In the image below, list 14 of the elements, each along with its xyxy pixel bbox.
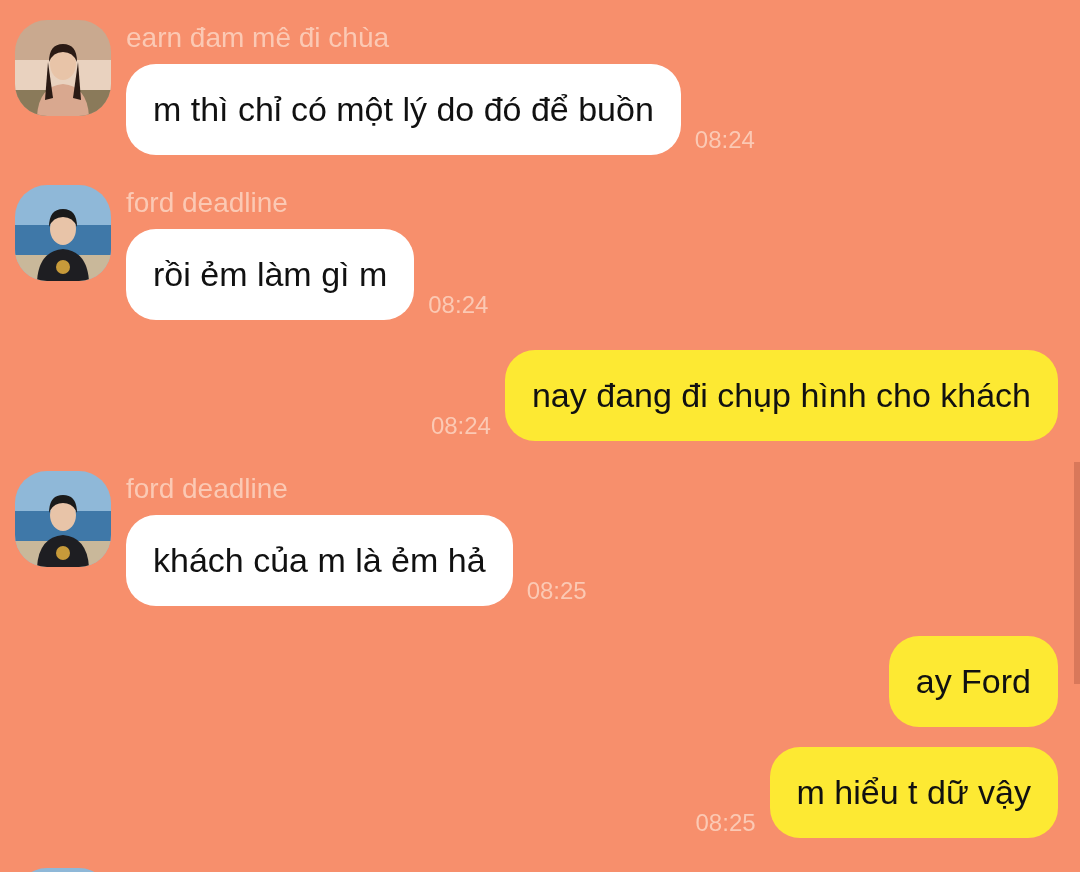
message-bubble: rồi ẻm làm gì m [126, 229, 415, 320]
message-bubble: m thì chỉ có một lý do đó để buồn [126, 64, 681, 155]
message-time: 08:25 [526, 576, 587, 606]
message-time: 08:24 [694, 125, 755, 155]
message-bubble: nay đang đi chụp hình cho khách [504, 350, 1058, 441]
sender-name: ford deadline [126, 186, 289, 220]
message-time: 08:24 [428, 290, 489, 320]
message-time: 08:24 [430, 411, 491, 441]
message-bubble: m hiểu t dữ vậy [769, 747, 1058, 838]
message-bubble: ay Ford [888, 636, 1058, 727]
sender-name: ford deadline [126, 472, 289, 506]
sender-name: earn đam mê đi chùa [126, 21, 391, 55]
message-bubble: khách của m là ẻm hả [126, 515, 513, 606]
message-time: 08:25 [695, 808, 756, 838]
